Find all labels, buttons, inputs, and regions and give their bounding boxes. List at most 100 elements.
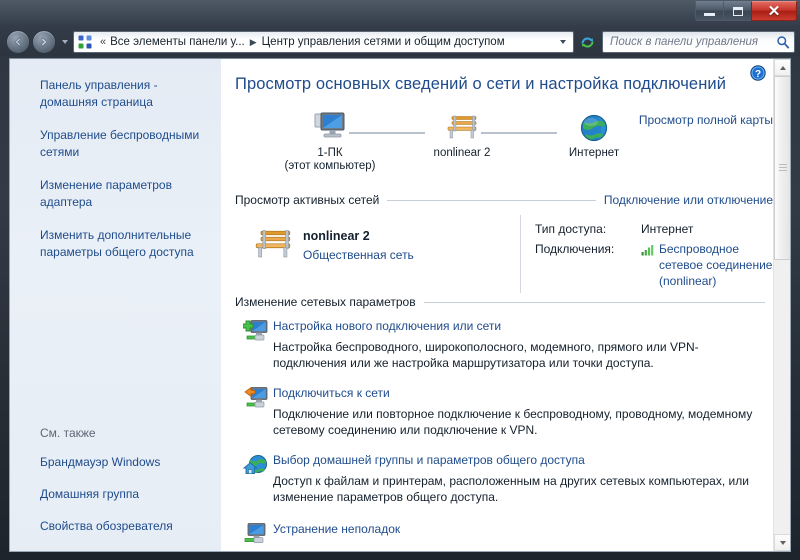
access-type-value: Интернет <box>641 222 694 236</box>
sidebar-item-manage-wireless-networks[interactable]: Управление беспроводными сетями <box>40 127 207 161</box>
option-setup-new-connection[interactable]: Настройка нового подключения или сети На… <box>235 318 773 371</box>
title-bar: ✕ <box>0 0 800 26</box>
network-map-strip: 1-ПК (этот компьютер) nonlinear 2 Интерн… <box>235 109 773 187</box>
scrollbar-grip-icon <box>779 164 787 172</box>
troubleshoot-icon-wrap <box>235 521 273 549</box>
option-title[interactable]: Выбор домашней группы и параметров общег… <box>273 452 767 468</box>
option-body: Подключиться к сети Подключение или повт… <box>273 385 773 438</box>
option-connect-to-network[interactable]: Подключиться к сети Подключение или повт… <box>235 385 773 438</box>
option-description: Настройка беспроводного, широкополосного… <box>273 340 699 370</box>
chevron-down-icon <box>779 540 786 545</box>
connect-or-disconnect-link[interactable]: Подключение или отключение <box>604 193 773 207</box>
sidebar-item-internet-options[interactable]: Свойства обозревателя <box>40 518 207 535</box>
change-settings-header: Изменение сетевых параметров <box>235 295 773 309</box>
map-node-network[interactable]: nonlinear 2 <box>402 109 522 159</box>
window-controls: ✕ <box>695 1 797 22</box>
bench-icon <box>255 230 291 258</box>
content-scroll-region: Просмотр основных сведений о сети и наст… <box>222 59 773 551</box>
new-connection-icon-wrap <box>235 318 273 371</box>
active-networks-header: Просмотр активных сетей Подключение или … <box>235 193 773 207</box>
forward-arrow-icon <box>41 36 48 48</box>
option-title[interactable]: Настройка нового подключения или сети <box>273 318 767 334</box>
option-description: Доступ к файлам и принтерам, расположенн… <box>273 474 749 504</box>
new-connection-icon <box>242 320 268 341</box>
option-body: Выбор домашней группы и параметров общег… <box>273 452 773 505</box>
sidebar: Панель управления - домашняя страница Уп… <box>10 59 222 551</box>
map-node-network-label: nonlinear 2 <box>433 147 491 159</box>
breadcrumb-separator-icon[interactable]: ▶ <box>245 32 262 52</box>
active-network-details: Тип доступа: Интернет Подключения: Беспр… <box>520 215 773 293</box>
globe-icon-wrap <box>534 109 654 143</box>
breadcrumb-item-current[interactable]: Центр управления сетями и общим доступом <box>262 32 505 52</box>
sidebar-see-also: См. также Брандмауэр Windows Домашняя гр… <box>10 426 221 551</box>
section-divider <box>387 199 596 201</box>
page-title: Просмотр основных сведений о сети и наст… <box>235 75 727 93</box>
minimize-button[interactable] <box>695 1 724 21</box>
view-full-map-link[interactable]: Просмотр полной карты <box>639 113 773 127</box>
maximize-button[interactable] <box>723 1 752 21</box>
breadcrumb-overflow[interactable]: « <box>96 32 110 52</box>
scrollbar-thumb[interactable] <box>774 76 790 260</box>
active-network-name: nonlinear 2 <box>303 229 370 243</box>
network-sharing-center-window: ✕ « Все элементы панели у... ▶ Центр упр… <box>0 0 800 560</box>
connect-network-icon-wrap <box>235 385 273 438</box>
connection-link[interactable]: Беспроводное сетевое соединение (nonline… <box>641 241 773 289</box>
wifi-signal-icon <box>641 245 654 256</box>
close-icon: ✕ <box>767 2 781 20</box>
address-dropdown-button[interactable] <box>555 40 571 44</box>
recent-pages-button[interactable] <box>59 30 70 54</box>
map-node-internet[interactable]: Интернет <box>534 109 654 159</box>
search-box[interactable] <box>602 31 795 53</box>
sidebar-top-links: Панель управления - домашняя страница Уп… <box>10 77 221 277</box>
bench-icon-wrap <box>251 227 303 268</box>
refresh-button[interactable] <box>576 31 598 53</box>
active-network-info: nonlinear 2 Общественная сеть <box>303 227 414 262</box>
content-pane: ? Просмотр основных сведений о сети и на… <box>222 59 790 551</box>
sidebar-item-homegroup[interactable]: Домашняя группа <box>40 486 207 503</box>
search-icon[interactable] <box>776 35 790 49</box>
connection-link-text: Беспроводное сетевое соединение (nonline… <box>659 242 773 288</box>
option-body: Настройка нового подключения или сети На… <box>273 318 773 371</box>
vertical-scrollbar[interactable] <box>773 59 790 551</box>
address-bar[interactable]: « Все элементы панели у... ▶ Центр управ… <box>73 31 574 53</box>
back-button[interactable] <box>6 30 30 54</box>
computer-icon-wrap <box>270 109 390 143</box>
chevron-up-icon <box>779 65 786 70</box>
control-panel-icon <box>78 35 92 49</box>
option-title[interactable]: Подключиться к сети <box>273 385 767 401</box>
scroll-up-button[interactable] <box>774 59 790 76</box>
access-type-label: Тип доступа: <box>535 222 607 236</box>
map-node-computer[interactable]: 1-ПК (этот компьютер) <box>270 109 390 172</box>
option-body: Устранение неполадок <box>273 521 773 549</box>
network-location-link[interactable]: Общественная сеть <box>303 248 414 262</box>
bench-icon <box>447 115 477 139</box>
option-homegroup-sharing[interactable]: Выбор домашней группы и параметров общег… <box>235 452 773 505</box>
refresh-icon <box>581 37 593 47</box>
active-network-identity: nonlinear 2 Общественная сеть <box>235 215 520 293</box>
sidebar-item-change-advanced-sharing-settings[interactable]: Изменить дополнительные параметры общего… <box>40 227 207 261</box>
scroll-down-button[interactable] <box>774 534 790 551</box>
forward-button[interactable] <box>32 30 56 54</box>
connect-network-icon <box>244 386 268 408</box>
globe-icon <box>580 114 608 142</box>
map-node-internet-label: Интернет <box>568 147 620 159</box>
homegroup-icon-wrap <box>235 452 273 505</box>
option-troubleshoot[interactable]: Устранение неполадок <box>235 521 773 549</box>
sidebar-item-change-adapter-settings[interactable]: Изменение параметров адаптера <box>40 177 207 211</box>
chevron-down-icon <box>61 40 68 44</box>
back-arrow-icon <box>14 36 21 48</box>
sidebar-item-windows-firewall[interactable]: Брандмауэр Windows <box>40 454 207 471</box>
section-divider <box>423 301 765 303</box>
sidebar-item-control-panel-home[interactable]: Панель управления - домашняя страница <box>40 77 207 111</box>
troubleshoot-icon <box>244 523 266 543</box>
computer-icon <box>314 112 345 138</box>
close-button[interactable]: ✕ <box>751 1 797 21</box>
breadcrumb-item-control-panel[interactable]: Все элементы панели у... <box>110 32 245 52</box>
minimize-icon <box>704 12 715 16</box>
search-input[interactable] <box>610 36 776 48</box>
option-description: Подключение или повторное подключение к … <box>273 407 753 437</box>
option-title[interactable]: Устранение неполадок <box>273 521 767 537</box>
homegroup-icon <box>242 455 267 475</box>
chevron-down-icon <box>560 40 566 44</box>
change-settings-heading: Изменение сетевых параметров <box>235 295 416 309</box>
